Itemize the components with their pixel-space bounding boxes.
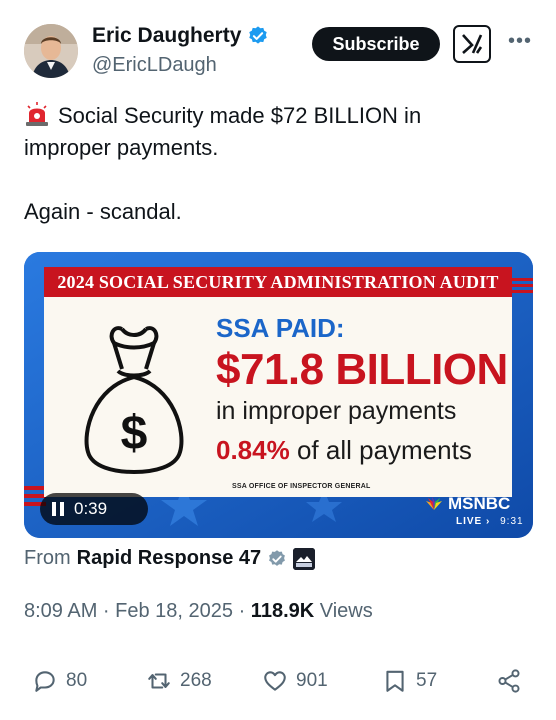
tweet-line-3: Again - scandal. (24, 199, 182, 224)
svg-text:$: $ (121, 407, 148, 460)
action-bar: 80 268 901 57 (0, 668, 556, 700)
views-label: Views (314, 600, 373, 622)
network-logo: MSNBC LIVE › 9:31 (424, 494, 524, 527)
source-name[interactable]: Rapid Response 47 (77, 547, 262, 570)
repost-button[interactable]: 268 (146, 668, 212, 694)
share-button[interactable] (496, 668, 522, 694)
percent-line: 0.84% of all payments (216, 435, 472, 466)
stripes-right (511, 278, 533, 293)
bookmark-button[interactable]: 57 (382, 668, 437, 694)
video-player[interactable]: 2024 SOCIAL SECURITY ADMINISTRATION AUDI… (24, 252, 533, 538)
grok-icon[interactable] (453, 25, 491, 63)
tweet-line-1: Social Security made $72 BILLION in (58, 103, 422, 128)
author-name[interactable]: Eric Daugherty (92, 24, 241, 48)
ssa-paid-label: SSA PAID: (216, 313, 345, 343)
improper-label: in improper payments (216, 397, 457, 425)
tweet-meta: 8:09 AM · Feb 18, 2025 · 118.9K Views (24, 600, 373, 623)
audit-card: $ SSA PAID: $71.8 BILLION in improper pa… (44, 297, 512, 497)
like-button[interactable]: 901 (262, 668, 328, 694)
reply-button[interactable]: 80 (32, 668, 87, 694)
heart-icon (264, 671, 286, 691)
play-pause-button[interactable]: 0:39 (40, 493, 148, 525)
audit-banner: 2024 SOCIAL SECURITY ADMINISTRATION AUDI… (44, 267, 512, 297)
subscribe-button[interactable]: Subscribe (312, 27, 440, 61)
siren-icon (26, 102, 48, 126)
video-source: From Rapid Response 47 (24, 547, 316, 570)
verified-badge-icon (249, 26, 268, 44)
more-options-icon[interactable]: ••• (508, 30, 532, 53)
avatar[interactable] (24, 24, 78, 78)
repost-icon (148, 673, 170, 689)
percent-value: 0.84% (216, 435, 290, 465)
live-indicator: LIVE › 9:31 (456, 516, 524, 527)
tweet-line-2: improper payments. (24, 135, 219, 160)
tweet-text: Social Security made $72 BILLION in impr… (24, 100, 534, 228)
bookmark-icon (386, 670, 404, 692)
author-handle[interactable]: @EricLDaugh (92, 54, 217, 77)
gray-verified-icon (269, 549, 286, 566)
repost-count: 268 (180, 670, 212, 691)
government-seal-icon (293, 547, 316, 570)
source-credit: SSA OFFICE OF INSPECTOR GENERAL (232, 483, 371, 490)
reply-icon (35, 671, 55, 692)
views-count: 118.9K (250, 600, 315, 622)
timestamp[interactable]: 8:09 AM · Feb 18, 2025 · (24, 600, 251, 622)
share-icon (498, 669, 520, 693)
video-duration: 0:39 (74, 499, 108, 518)
from-prefix: From (24, 547, 71, 569)
reply-count: 80 (66, 670, 88, 691)
like-count: 901 (296, 670, 328, 691)
pause-icon (52, 502, 64, 516)
peacock-icon (426, 497, 442, 510)
amount-label: $71.8 BILLION (216, 345, 508, 394)
network-name: MSNBC (448, 494, 511, 513)
money-bag-icon: $ (84, 326, 184, 475)
percent-rest: of all payments (296, 435, 472, 465)
bookmark-count: 57 (416, 670, 438, 691)
